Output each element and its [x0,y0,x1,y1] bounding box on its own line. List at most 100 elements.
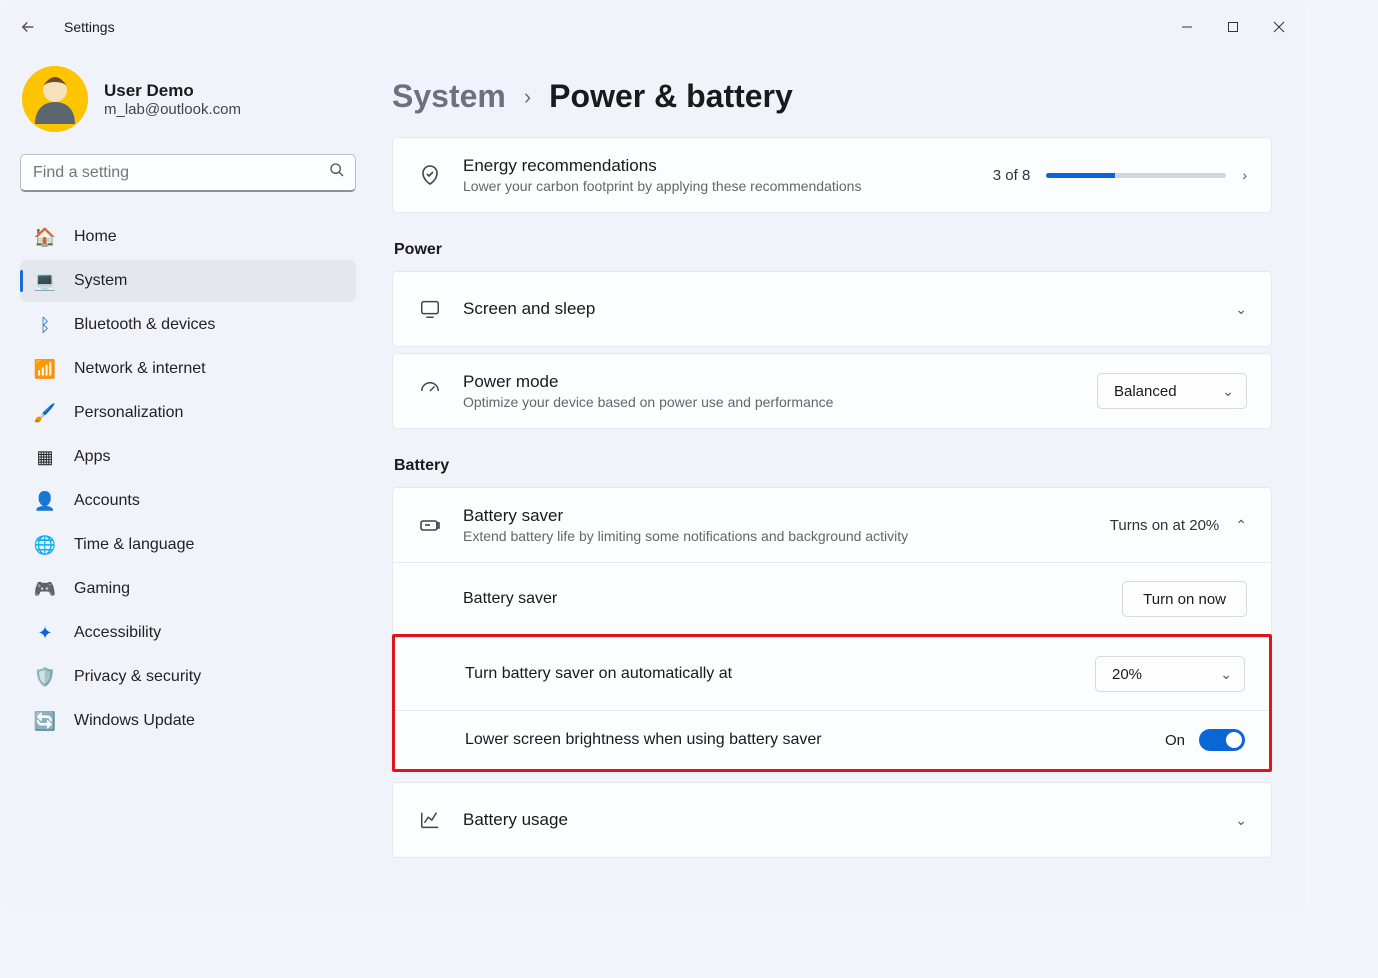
lower-brightness-toggle[interactable] [1199,729,1245,751]
sidebar-item-network[interactable]: 📶 Network & internet [20,348,356,390]
nav-list: 🏠 Home 💻 System ᛒ Bluetooth & devices 📶 Netw… [20,216,356,742]
energy-sub: Lower your carbon footprint by applying … [463,178,861,194]
home-icon: 🏠 [34,227,56,248]
sidebar-item-label: Gaming [74,580,130,598]
minimize-button[interactable] [1164,11,1210,43]
chart-icon [417,809,443,831]
lower-brightness-row: Lower screen brightness when using batte… [395,710,1269,769]
battery-saver-auto-row: Turn battery saver on automatically at 2… [395,637,1269,710]
window-controls [1164,11,1302,43]
sidebar-item-personalization[interactable]: 🖌️ Personalization [20,392,356,434]
globe-icon: 🌐 [34,535,56,556]
battery-saver-auto-label: Turn battery saver on automatically at [465,665,732,683]
toggle-state-label: On [1165,732,1185,749]
battery-saver-title: Battery saver [463,506,908,526]
sidebar-item-label: Windows Update [74,712,195,730]
brush-icon: 🖌️ [34,403,56,424]
screen-sleep-title: Screen and sleep [463,299,595,319]
profile-block[interactable]: User Demo m_lab@outlook.com [20,66,356,132]
bluetooth-icon: ᛒ [34,315,56,336]
sidebar-item-home[interactable]: 🏠 Home [20,216,356,258]
sidebar-item-label: Personalization [74,404,183,422]
sidebar-item-label: Apps [74,448,110,466]
battery-saver-header[interactable]: Battery saver Extend battery life by lim… [393,488,1271,562]
battery-saver-threshold-value: 20% [1112,666,1142,683]
sidebar-item-accounts[interactable]: 👤 Accounts [20,480,356,522]
battery-saver-status: Turns on at 20% [1110,517,1220,534]
turn-on-now-button[interactable]: Turn on now [1122,581,1247,617]
gamepad-icon: 🎮 [34,579,56,600]
chevron-up-icon: ⌃ [1235,517,1247,534]
screen-icon [417,298,443,320]
battery-saver-card: Battery saver Extend battery life by lim… [392,487,1272,772]
sidebar-item-accessibility[interactable]: ✦ Accessibility [20,612,356,654]
person-icon: 👤 [34,491,56,512]
titlebar: Settings [2,2,1306,52]
sidebar-item-label: Bluetooth & devices [74,316,215,334]
power-mode-icon [417,380,443,402]
search-box[interactable] [20,154,356,192]
main-content: System › Power & battery Energy recommen… [374,52,1306,910]
lower-brightness-label: Lower screen brightness when using batte… [465,731,822,749]
sidebar-item-gaming[interactable]: 🎮 Gaming [20,568,356,610]
energy-recommendations-card[interactable]: Energy recommendations Lower your carbon… [392,137,1272,213]
sidebar: User Demo m_lab@outlook.com 🏠 Home 💻 Syste… [2,52,374,910]
user-email: m_lab@outlook.com [104,101,241,118]
sidebar-item-label: Network & internet [74,360,206,378]
chevron-down-icon: ⌄ [1222,383,1234,400]
sidebar-item-label: Time & language [74,536,194,554]
energy-title: Energy recommendations [463,156,861,176]
search-input[interactable] [33,164,329,182]
sidebar-item-apps[interactable]: ▦ Apps [20,436,356,478]
sidebar-item-label: Accounts [74,492,140,510]
sidebar-item-privacy[interactable]: 🛡️ Privacy & security [20,656,356,698]
battery-saver-expander: Battery saver Turn on now Turn battery s… [393,562,1271,772]
annotation-highlight: Turn battery saver on automatically at 2… [392,634,1272,772]
power-mode-select[interactable]: Balanced ⌄ [1097,373,1247,409]
settings-window: Settings User Demo m_lab@outlook.com [2,2,1306,910]
battery-usage-title: Battery usage [463,810,568,830]
apps-icon: ▦ [34,447,56,468]
screen-sleep-card[interactable]: Screen and sleep ⌄ [392,271,1272,347]
chevron-down-icon: ⌄ [1220,666,1232,683]
sidebar-item-time-language[interactable]: 🌐 Time & language [20,524,356,566]
chevron-right-icon: › [524,84,531,110]
sidebar-item-label: Home [74,228,117,246]
maximize-button[interactable] [1210,11,1256,43]
power-mode-sub: Optimize your device based on power use … [463,394,833,410]
sidebar-item-system[interactable]: 💻 System [20,260,356,302]
app-title: Settings [64,19,115,35]
energy-count: 3 of 8 [993,167,1031,184]
battery-saver-threshold-select[interactable]: 20% ⌄ [1095,656,1245,692]
avatar [22,66,88,132]
breadcrumb: System › Power & battery [392,78,1272,115]
sidebar-item-label: System [74,272,127,290]
sidebar-item-windows-update[interactable]: 🔄 Windows Update [20,700,356,742]
breadcrumb-parent[interactable]: System [392,78,506,115]
shield-icon: 🛡️ [34,667,56,688]
energy-progress [1046,173,1226,178]
power-mode-card: Power mode Optimize your device based on… [392,353,1272,429]
wifi-icon: 📶 [34,359,56,380]
update-icon: 🔄 [34,711,56,732]
battery-saver-row-toggle: Battery saver Turn on now [393,563,1271,635]
system-icon: 💻 [34,271,56,292]
battery-saver-sub: Extend battery life by limiting some not… [463,528,908,544]
power-mode-title: Power mode [463,372,833,392]
leaf-icon [417,163,443,187]
chevron-down-icon: ⌄ [1235,812,1247,829]
sidebar-item-label: Accessibility [74,624,161,642]
battery-saver-label: Battery saver [463,590,557,608]
battery-usage-card[interactable]: Battery usage ⌄ [392,782,1272,858]
sidebar-item-label: Privacy & security [74,668,201,686]
close-button[interactable] [1256,11,1302,43]
section-power: Power [394,241,1272,259]
page-title: Power & battery [549,78,793,115]
accessibility-icon: ✦ [34,623,56,644]
back-button[interactable] [6,5,50,49]
power-mode-value: Balanced [1114,383,1177,400]
search-icon [329,162,345,183]
section-battery: Battery [394,457,1272,475]
user-name: User Demo [104,81,241,101]
sidebar-item-bluetooth[interactable]: ᛒ Bluetooth & devices [20,304,356,346]
